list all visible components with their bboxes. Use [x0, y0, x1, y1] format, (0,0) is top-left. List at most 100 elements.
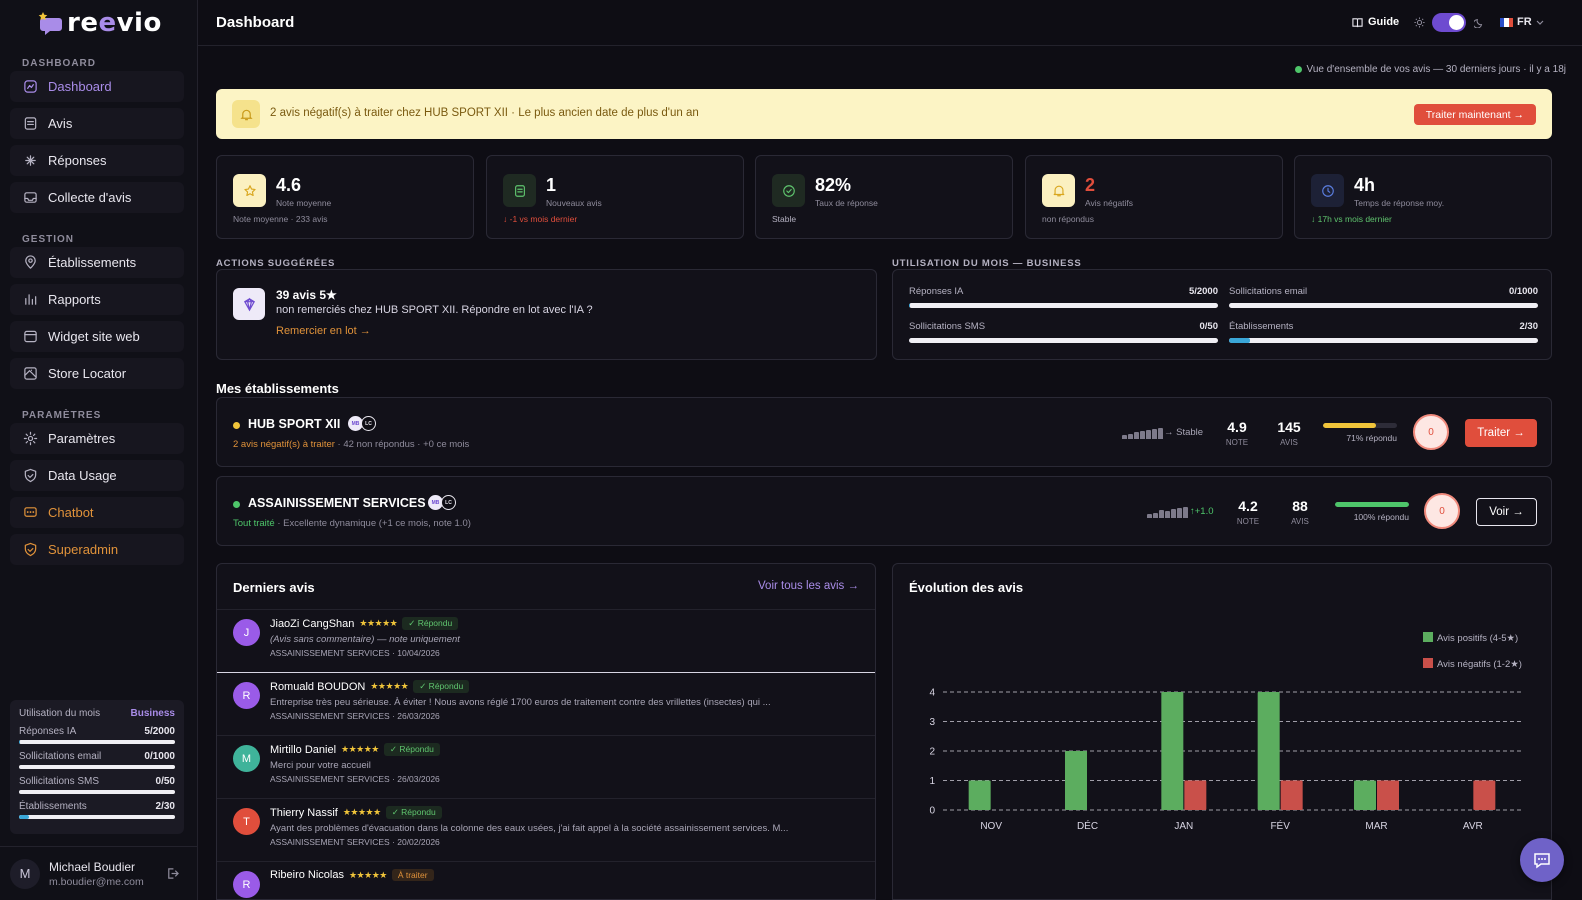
- kpi-value: 2: [1085, 175, 1096, 195]
- sidebar-item-reponses[interactable]: Réponses: [10, 145, 184, 176]
- moon-icon: [1472, 16, 1484, 31]
- logout-icon[interactable]: [166, 867, 179, 883]
- monthly-usage-heading: UTILISATION DU MOIS — BUSINESS: [892, 258, 1082, 269]
- user-profile[interactable]: M Michael Boudier m.boudier@me.com: [0, 846, 197, 900]
- theme-toggle[interactable]: [1432, 13, 1466, 32]
- language-selector[interactable]: FR: [1500, 16, 1544, 28]
- sidebar-item-etablissements[interactable]: Établissements: [10, 247, 184, 278]
- review-row[interactable]: R Ribeiro Nicolas ★★★★★ À traiter: [217, 861, 875, 899]
- sparkline-bar: [1158, 428, 1163, 439]
- sidebar-section-dashboard: DASHBOARD: [22, 58, 96, 69]
- establishment-card-hub-sport-xii[interactable]: HUB SPORT XII MB LC 2 avis négatif(s) à tra…: [216, 397, 1552, 467]
- kpi-card-temps-de-reponse-moy[interactable]: 4h Temps de réponse moy. ↓ 17h vs mois der…: [1294, 155, 1552, 239]
- sparkline-bar: [1183, 507, 1188, 518]
- kpi-card-taux-de-reponse[interactable]: 82% Taux de réponse Stable: [755, 155, 1013, 239]
- replied-badge: ✓ Répondu: [383, 743, 440, 756]
- user-email: m.boudier@me.com: [49, 875, 144, 888]
- sidebar-item-data-usage[interactable]: Data Usage: [10, 460, 184, 491]
- sidebar-item-label: Paramètres: [48, 431, 116, 446]
- check-circle-icon: [772, 174, 805, 207]
- chat-launcher-button[interactable]: [1520, 838, 1564, 882]
- replied-badge: ✓ Répondu: [413, 680, 470, 693]
- sidebar-item-rapports[interactable]: Rapports: [10, 284, 184, 315]
- user-name: Michael Boudier: [49, 859, 136, 874]
- kpi-subtext: Stable: [772, 214, 797, 224]
- sidebar-item-superadmin[interactable]: Superadmin: [10, 534, 184, 565]
- rating-value: 4.2: [1238, 498, 1258, 514]
- kpi-card-avis-negatifs[interactable]: 2 Avis négatifs non répondus: [1025, 155, 1283, 239]
- chevron-down-icon: [1536, 20, 1544, 25]
- y-tick-label: 3: [929, 717, 935, 728]
- bar-avis-negatifs-1-2-fev: [1280, 780, 1303, 810]
- suggestion-text: non remerciés chez HUB SPORT XII. Répond…: [276, 304, 593, 316]
- kpi-value: 82%: [815, 175, 852, 195]
- y-tick-label: 0: [929, 806, 935, 817]
- usage-bar: [19, 740, 175, 744]
- bar-avis-positifs-4-5-jan: [1161, 692, 1184, 810]
- sidebar-item-widget-site-web[interactable]: Widget site web: [10, 321, 184, 352]
- chat-bubble-icon: [1534, 853, 1550, 869]
- monthly-usage-etablissements: Établissements 2/30: [1229, 321, 1538, 343]
- establishments-heading: Mes établissements: [216, 381, 339, 396]
- review-row[interactable]: M Mirtillo Daniel ★★★★★ ✓ Répondu Merci pour…: [217, 735, 875, 798]
- sparkline-bar: [1122, 434, 1127, 439]
- review-meta: ASSAINISSEMENT SERVICES · 26/03/2026: [270, 711, 440, 721]
- response-rate-fill: [1323, 423, 1376, 428]
- response-rate-fill: [1335, 502, 1409, 507]
- review-row[interactable]: J JiaoZi CangShan ★★★★★ ✓ Répondu (Avis sans…: [217, 609, 875, 672]
- treat-button[interactable]: Traiter →: [1465, 419, 1537, 447]
- sparkline-bar: [1165, 511, 1170, 518]
- view-button[interactable]: Voir →: [1476, 498, 1537, 526]
- usage-summary: Utilisation du mois Business Réponses IA 5…: [10, 700, 184, 834]
- treat-now-button[interactable]: Traiter maintenant →: [1413, 104, 1536, 125]
- establishment-card-assainissement-services[interactable]: ASSAINISSEMENT SERVICES MB LC Tout traité ·…: [216, 476, 1552, 546]
- shield-icon: [22, 468, 38, 484]
- review-meta: ASSAINISSEMENT SERVICES · 26/03/2026: [270, 774, 440, 784]
- reviewer-name: JiaoZi CangShan: [270, 617, 355, 630]
- kpi-label: Avis négatifs: [1085, 198, 1134, 208]
- book-icon: [1352, 17, 1363, 27]
- count-label: AVIS: [1291, 517, 1309, 526]
- rating-stars: ★★★★★: [370, 681, 409, 691]
- kpi-card-nouveaux-avis[interactable]: 1 Nouveaux avis ↓ -1 vs mois dernier: [486, 155, 744, 239]
- guide-button[interactable]: Guide: [1352, 16, 1399, 28]
- shield-check-icon: [22, 542, 38, 558]
- count-metric: 145 AVIS: [1275, 419, 1303, 447]
- replied-badge: ✓ Répondu: [385, 806, 442, 819]
- sidebar-section-gestion: GESTION: [22, 234, 75, 245]
- usage-bar: [19, 790, 175, 794]
- rating-label: NOTE: [1236, 517, 1260, 526]
- bar-avis-positifs-4-5-fev: [1257, 692, 1280, 810]
- sidebar-item-dashboard[interactable]: Dashboard: [10, 71, 184, 102]
- replies-icon: [22, 153, 38, 169]
- review-date: · 10/04/2026: [392, 648, 440, 658]
- sidebar-item-label: Collecte d'avis: [48, 190, 132, 205]
- see-all-reviews-link[interactable]: Voir tous les avis →: [758, 580, 859, 592]
- establishment-name: ASSAINISSEMENT SERVICES: [248, 496, 426, 510]
- review-row[interactable]: T Thierry Nassif ★★★★★ ✓ Répondu Ayant des p…: [217, 798, 875, 861]
- kpi-card-note-moyenne[interactable]: 4.6 Note moyenne Note moyenne · 233 avis: [216, 155, 474, 239]
- sidebar-item-chatbot[interactable]: Chatbot: [10, 497, 184, 528]
- flag-fr-icon: [1500, 17, 1513, 27]
- legend-swatch: [1423, 658, 1433, 668]
- platform-badges: MB LC: [348, 416, 376, 431]
- kpi-subtext: non répondus: [1042, 214, 1094, 224]
- review-row[interactable]: R Romuald BOUDON ★★★★★ ✓ Répondu Entreprise …: [217, 672, 875, 735]
- sidebar-item-avis[interactable]: Avis: [10, 108, 184, 139]
- sidebar-item-collecte-d-avis[interactable]: Collecte d'avis: [10, 182, 184, 213]
- review-establishment: ASSAINISSEMENT SERVICES: [270, 648, 390, 658]
- review-text: Merci pour votre accueil: [270, 760, 371, 771]
- y-tick-label: 2: [929, 747, 935, 758]
- usage-value: 5/2000: [1188, 286, 1218, 297]
- rating-metric: 4.9 NOTE: [1225, 419, 1249, 447]
- review-date: · 20/02/2026: [392, 837, 440, 847]
- sidebar-item-label: Widget site web: [48, 329, 140, 344]
- plan-badge[interactable]: Business: [131, 708, 175, 719]
- sidebar-item-parametres[interactable]: Paramètres: [10, 423, 184, 454]
- kpi-subtext: ↓ -1 vs mois dernier: [503, 214, 578, 224]
- sidebar-item-store-locator[interactable]: Store Locator: [10, 358, 184, 389]
- usage-label: Établissements: [19, 801, 87, 812]
- page-title: Dashboard: [216, 14, 295, 31]
- app-logo[interactable]: reevio: [38, 8, 162, 38]
- thank-in-bulk-link[interactable]: Remercier en lot →: [276, 325, 371, 337]
